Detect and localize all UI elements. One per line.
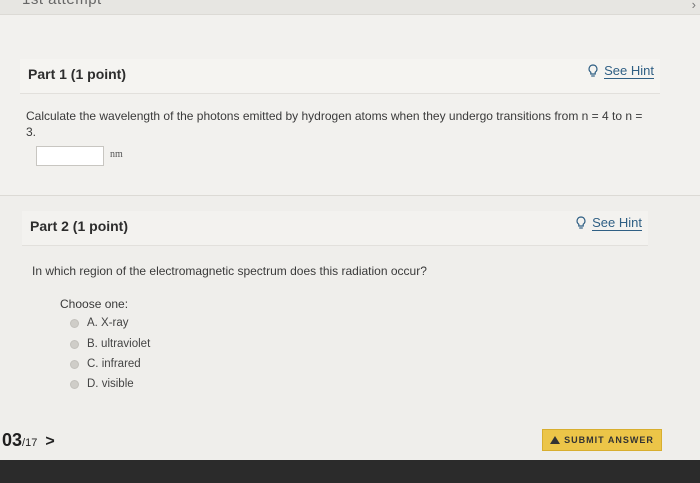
counter-total: /17 [22,437,38,449]
submit-label: SUBMIT ANSWER [564,435,654,445]
option-label: A. X-ray [87,317,129,329]
part-1-panel: Part 1 (1 point) See Hint Calculate the … [0,14,700,196]
part-1-question: Calculate the wavelength of the photons … [26,109,643,139]
attempt-label: 1st attempt [22,0,102,8]
part-2-question: In which region of the electromagnetic s… [32,264,427,278]
option-d[interactable]: D. visible [70,376,134,392]
counter-current: 03 [2,430,23,450]
arrow-up-icon [550,436,561,444]
chevron-right-icon[interactable]: › [692,0,696,12]
part-2-hint-link[interactable]: See Hint [575,215,642,231]
option-b[interactable]: B. ultraviolet [70,336,150,352]
chevron-right-icon[interactable]: > [45,433,54,450]
radio-button[interactable] [70,318,79,328]
part-1-title: Part 1 (1 point) [28,66,127,82]
lightbulb-icon [576,216,586,229]
option-c[interactable]: C. infrared [70,356,141,372]
option-a[interactable]: A. X-ray [70,315,129,331]
footer-bar: 03/17 > SUBMIT ANSWER [0,424,700,460]
choose-one-label: Choose one: [60,297,129,311]
option-label: C. infrared [87,358,141,370]
radio-button[interactable] [70,359,79,369]
screen-bezel [0,460,700,483]
part-1-hint-link[interactable]: See Hint [587,63,654,79]
option-label: D. visible [87,378,134,390]
attempt-strip: 1st attempt › [0,0,700,14]
submit-answer-button[interactable]: SUBMIT ANSWER [542,429,662,451]
part-2-panel: Part 2 (1 point) See Hint In which regio… [0,195,700,461]
radio-button[interactable] [70,379,79,389]
part-1-header: Part 1 (1 point) See Hint [20,59,660,94]
part-2-hint-label: See Hint [592,215,642,231]
part-2-title: Part 2 (1 point) [30,218,129,234]
part-2-header: Part 2 (1 point) See Hint [22,211,648,246]
wavelength-answer-input[interactable] [36,146,104,166]
unit-label: nm [110,149,123,160]
question-counter: 03/17 > [2,430,55,451]
radio-button[interactable] [70,339,79,349]
option-label: B. ultraviolet [87,338,151,350]
part-1-hint-label: See Hint [604,63,654,79]
lightbulb-icon [588,64,598,77]
